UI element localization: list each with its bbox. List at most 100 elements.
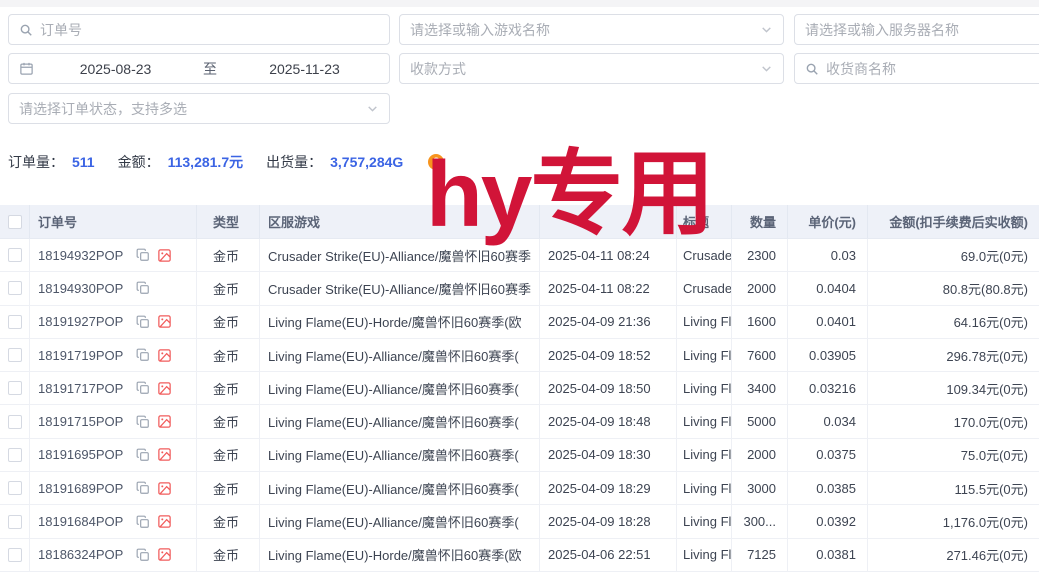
copy-icon[interactable]: [136, 481, 150, 495]
copy-icon[interactable]: [136, 281, 150, 295]
row-checkbox[interactable]: [8, 515, 22, 529]
game-name-placeholder: 请选择或输入游戏名称: [410, 20, 550, 40]
row-select-cell: [0, 272, 30, 304]
qty-cell: 7125: [732, 539, 788, 571]
region-game-cell: Crusader Strike(EU)-Alliance/魔兽怀旧60赛季: [260, 239, 540, 271]
qty-cell: 2000: [732, 272, 788, 304]
qty-cell: 7600: [732, 339, 788, 371]
row-select-cell: [0, 505, 30, 537]
row-checkbox[interactable]: [8, 381, 22, 395]
order-no-text: 18191719POP: [38, 348, 123, 363]
help-icon[interactable]: ?: [428, 154, 444, 170]
image-icon[interactable]: [157, 514, 172, 529]
type-cell: 金币: [197, 472, 260, 504]
chevron-down-icon: [760, 62, 773, 75]
date-start-value[interactable]: 2025-08-23: [41, 61, 190, 77]
chevron-down-icon: [760, 23, 773, 36]
image-icon[interactable]: [157, 381, 172, 396]
row-checkbox[interactable]: [8, 248, 22, 262]
order-status-select[interactable]: 请选择订单状态，支持多选: [8, 93, 390, 124]
image-icon[interactable]: [157, 248, 172, 263]
order-number-placeholder: 订单号: [40, 20, 82, 40]
table-body: 18194932POP 金币 Crusader Strike(EU)-Allia…: [0, 239, 1039, 572]
order-number-input[interactable]: 订单号: [8, 14, 390, 45]
row-checkbox[interactable]: [8, 315, 22, 329]
copy-icon[interactable]: [136, 315, 150, 329]
image-icon[interactable]: [157, 414, 172, 429]
stat-amount: 金额： 113,281.7元: [118, 152, 244, 172]
game-name-select[interactable]: 请选择或输入游戏名称: [399, 14, 784, 45]
type-cell: 金币: [197, 539, 260, 571]
image-icon[interactable]: [157, 481, 172, 496]
copy-icon[interactable]: [136, 415, 150, 429]
order-no-cell: 18191719POP: [30, 339, 197, 371]
price-cell: 0.0385: [788, 472, 868, 504]
row-checkbox[interactable]: [8, 348, 22, 362]
row-checkbox[interactable]: [8, 548, 22, 562]
image-icon[interactable]: [157, 547, 172, 562]
image-icon[interactable]: [157, 447, 172, 462]
copy-icon[interactable]: [136, 381, 150, 395]
table-row: 18191689POP 金币 Living Flame(EU)-Alliance…: [0, 472, 1039, 505]
order-no-cell: 18191695POP: [30, 439, 197, 471]
price-cell: 0.0381: [788, 539, 868, 571]
calendar-icon: [19, 61, 34, 76]
header-amount: 金额(扣手续费后实收额): [868, 205, 1039, 238]
row-checkbox[interactable]: [8, 281, 22, 295]
row-select-cell: [0, 239, 30, 271]
row-checkbox[interactable]: [8, 448, 22, 462]
receiver-name-input[interactable]: 收货商名称: [794, 53, 1039, 84]
date-end-value[interactable]: 2025-11-23: [230, 61, 379, 77]
amount-value: 113,281.7元: [168, 152, 244, 172]
row-checkbox[interactable]: [8, 481, 22, 495]
order-no-cell: 18191689POP: [30, 472, 197, 504]
region-game-cell: Crusader Strike(EU)-Alliance/魔兽怀旧60赛季: [260, 272, 540, 304]
copy-icon[interactable]: [136, 548, 150, 562]
image-icon[interactable]: [157, 348, 172, 363]
copy-icon[interactable]: [136, 248, 150, 262]
server-name-input[interactable]: 请选择或输入服务器名称: [794, 14, 1039, 45]
price-cell: 0.0401: [788, 306, 868, 338]
order-no-text: 18191684POP: [38, 514, 123, 529]
qty-cell: 2300: [732, 239, 788, 271]
date-range-picker[interactable]: 2025-08-23 至 2025-11-23: [8, 53, 390, 84]
header-time: [540, 205, 677, 238]
type-cell: 金币: [197, 405, 260, 437]
order-no-text: 18194930POP: [38, 281, 123, 296]
order-no-cell: 18191927POP: [30, 306, 197, 338]
row-select-cell: [0, 405, 30, 437]
order-management-page: 订单号 请选择或输入游戏名称 请选择或输入服务器名称 2025-08-23 至 …: [0, 0, 1039, 581]
image-icon[interactable]: [157, 314, 172, 329]
copy-icon[interactable]: [136, 348, 150, 362]
copy-icon[interactable]: [136, 448, 150, 462]
region-game-cell: Living Flame(EU)-Horde/魔兽怀旧60赛季(欧: [260, 539, 540, 571]
row-checkbox[interactable]: [8, 415, 22, 429]
chevron-down-icon: [366, 102, 379, 115]
table-row: 18191927POP 金币 Living Flame(EU)-Horde/魔兽…: [0, 306, 1039, 339]
amount-cell: 80.8元(80.8元): [868, 272, 1039, 304]
time-cell: 2025-04-11 08:22: [540, 272, 677, 304]
order-no-cell: 18191715POP: [30, 405, 197, 437]
region-game-cell: Living Flame(EU)-Alliance/魔兽怀旧60赛季(: [260, 472, 540, 504]
order-no-text: 18186324POP: [38, 547, 123, 562]
time-cell: 2025-04-09 18:52: [540, 339, 677, 371]
qty-cell: 300...: [732, 505, 788, 537]
date-separator: 至: [197, 59, 223, 79]
table-row: 18191684POP 金币 Living Flame(EU)-Alliance…: [0, 505, 1039, 538]
payment-method-select[interactable]: 收款方式: [399, 53, 784, 84]
header-price: 单价(元): [788, 205, 868, 238]
amount-cell: 170.0元(0元): [868, 405, 1039, 437]
order-no-text: 18191715POP: [38, 414, 123, 429]
type-cell: 金币: [197, 372, 260, 404]
search-icon: [19, 23, 33, 37]
time-cell: 2025-04-09 18:30: [540, 439, 677, 471]
select-all-checkbox[interactable]: [8, 215, 22, 229]
table-row: 18191715POP 金币 Living Flame(EU)-Alliance…: [0, 405, 1039, 438]
order-no-text: 18191695POP: [38, 447, 123, 462]
copy-icon[interactable]: [136, 515, 150, 529]
title-cell: Living Fl: [677, 339, 732, 371]
time-cell: 2025-04-09 21:36: [540, 306, 677, 338]
title-cell: Crusade: [677, 239, 732, 271]
type-cell: 金币: [197, 339, 260, 371]
shipment-label: 出货量：: [266, 152, 322, 172]
